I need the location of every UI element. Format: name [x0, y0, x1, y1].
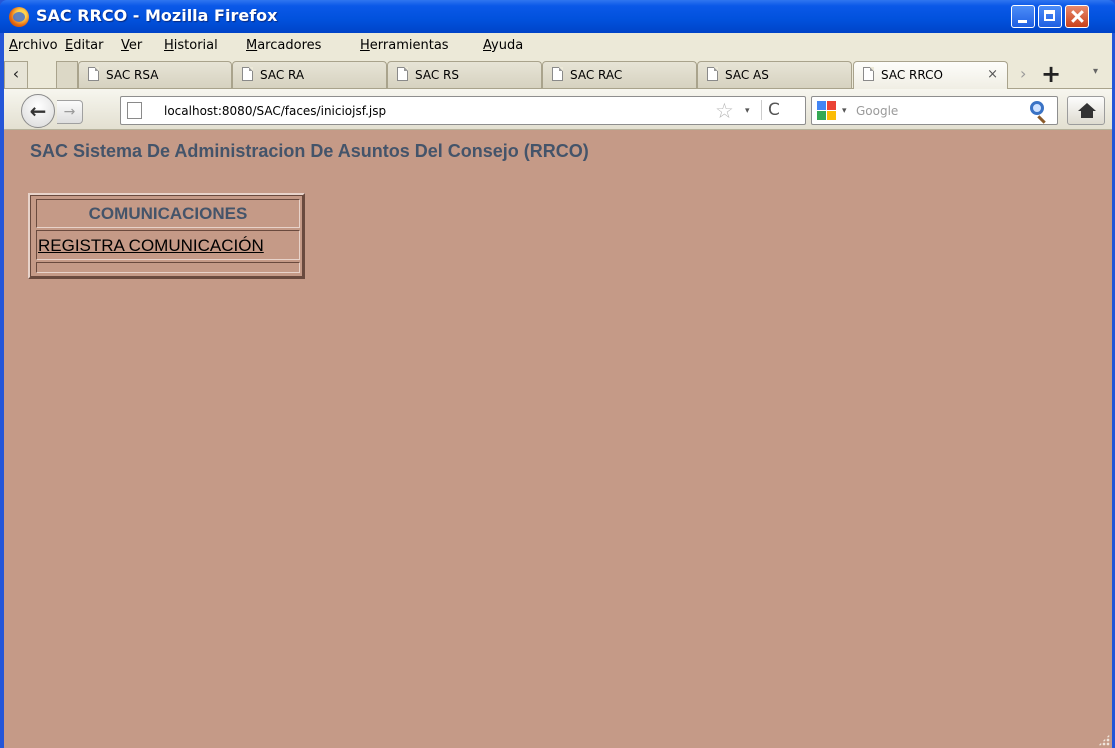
tab-scroll-left-button[interactable]: ‹	[4, 61, 28, 88]
tab-scroll-right-button[interactable]: ›	[1020, 64, 1026, 83]
search-icon[interactable]	[1030, 101, 1044, 115]
close-tab-icon[interactable]: ×	[987, 67, 998, 82]
tab-label: SAC RA	[260, 68, 305, 82]
menu-herramientas[interactable]: Herramientas	[360, 38, 449, 53]
page-icon	[397, 67, 408, 81]
url-text[interactable]: localhost:8080/SAC/faces/iniciojsf.jsp	[164, 104, 386, 118]
resize-grip[interactable]	[1098, 734, 1110, 746]
window-title-bar[interactable]: SAC RRCO - Mozilla Firefox	[0, 0, 1115, 33]
list-all-tabs-button[interactable]: ▾	[1093, 66, 1098, 77]
menu-table-cell: REGISTRA COMUNICACIÓN	[36, 230, 300, 260]
window-title: SAC RRCO - Mozilla Firefox	[36, 6, 278, 25]
reload-icon[interactable]: C	[761, 100, 792, 120]
tab-label: SAC RRCO	[881, 68, 943, 82]
site-identity-icon[interactable]	[127, 102, 142, 119]
address-bar[interactable]: localhost:8080/SAC/faces/iniciojsf.jsp ☆…	[120, 96, 806, 125]
menu-table-empty-cell	[36, 262, 300, 273]
tab-label: SAC RAC	[570, 68, 623, 82]
tab-sac-rrco[interactable]: SAC RRCO ×	[853, 61, 1008, 89]
page-icon	[552, 67, 563, 81]
tab-sac-rsa[interactable]: SAC RSA	[78, 61, 232, 88]
menu-marcadores[interactable]: Marcadores	[246, 38, 321, 53]
tab-strip: ‹ SAC RSA SAC RA SAC RS SAC RAC SAC AS S…	[4, 57, 1112, 89]
menu-bar: Archivo Editar Ver Historial Marcadores …	[4, 33, 1112, 57]
minimize-button[interactable]	[1011, 5, 1035, 28]
search-bar[interactable]: ▾ Google	[811, 96, 1058, 125]
browser-frame: Archivo Editar Ver Historial Marcadores …	[4, 33, 1112, 748]
menu-editar[interactable]: Editar	[65, 38, 104, 53]
close-window-button[interactable]	[1065, 5, 1089, 28]
menu-archivo[interactable]: Archivo	[9, 38, 58, 53]
tab-overflow-edge[interactable]	[56, 61, 78, 88]
menu-historial[interactable]: Historial	[164, 38, 218, 53]
registra-comunicacion-link[interactable]: REGISTRA COMUNICACIÓN	[38, 236, 264, 256]
page-icon	[242, 67, 253, 81]
tab-sac-as[interactable]: SAC AS	[697, 61, 852, 88]
menu-table: COMUNICACIONES REGISTRA COMUNICACIÓN	[28, 193, 305, 279]
tab-label: SAC AS	[725, 68, 769, 82]
tab-label: SAC RS	[415, 68, 459, 82]
url-history-dropdown-icon[interactable]: ▾	[745, 106, 750, 116]
tab-label: SAC RSA	[106, 68, 159, 82]
back-button[interactable]: ←	[21, 94, 55, 128]
navigation-toolbar: ← → localhost:8080/SAC/faces/iniciojsf.j…	[4, 89, 1112, 130]
bookmark-star-icon[interactable]: ☆	[715, 99, 734, 123]
home-button[interactable]	[1067, 96, 1105, 125]
tab-sac-rs[interactable]: SAC RS	[387, 61, 542, 88]
maximize-button[interactable]	[1038, 5, 1062, 28]
menu-ayuda[interactable]: Ayuda	[483, 38, 523, 53]
page-content: SAC Sistema De Administracion De Asuntos…	[4, 130, 1112, 748]
search-input[interactable]: Google	[856, 104, 898, 118]
menu-table-header: COMUNICACIONES	[36, 199, 300, 228]
page-icon	[863, 67, 874, 81]
tab-sac-ra[interactable]: SAC RA	[232, 61, 387, 88]
page-title: SAC Sistema De Administracion De Asuntos…	[30, 141, 589, 161]
menu-ver[interactable]: Ver	[121, 38, 142, 53]
forward-button[interactable]: →	[57, 100, 83, 124]
new-tab-button[interactable]: +	[1041, 60, 1061, 88]
firefox-logo-icon	[9, 7, 29, 27]
google-search-engine-icon[interactable]	[817, 101, 836, 120]
page-icon	[707, 67, 718, 81]
page-icon	[88, 67, 99, 81]
tab-sac-rac[interactable]: SAC RAC	[542, 61, 697, 88]
search-engine-dropdown-icon[interactable]: ▾	[842, 106, 847, 116]
